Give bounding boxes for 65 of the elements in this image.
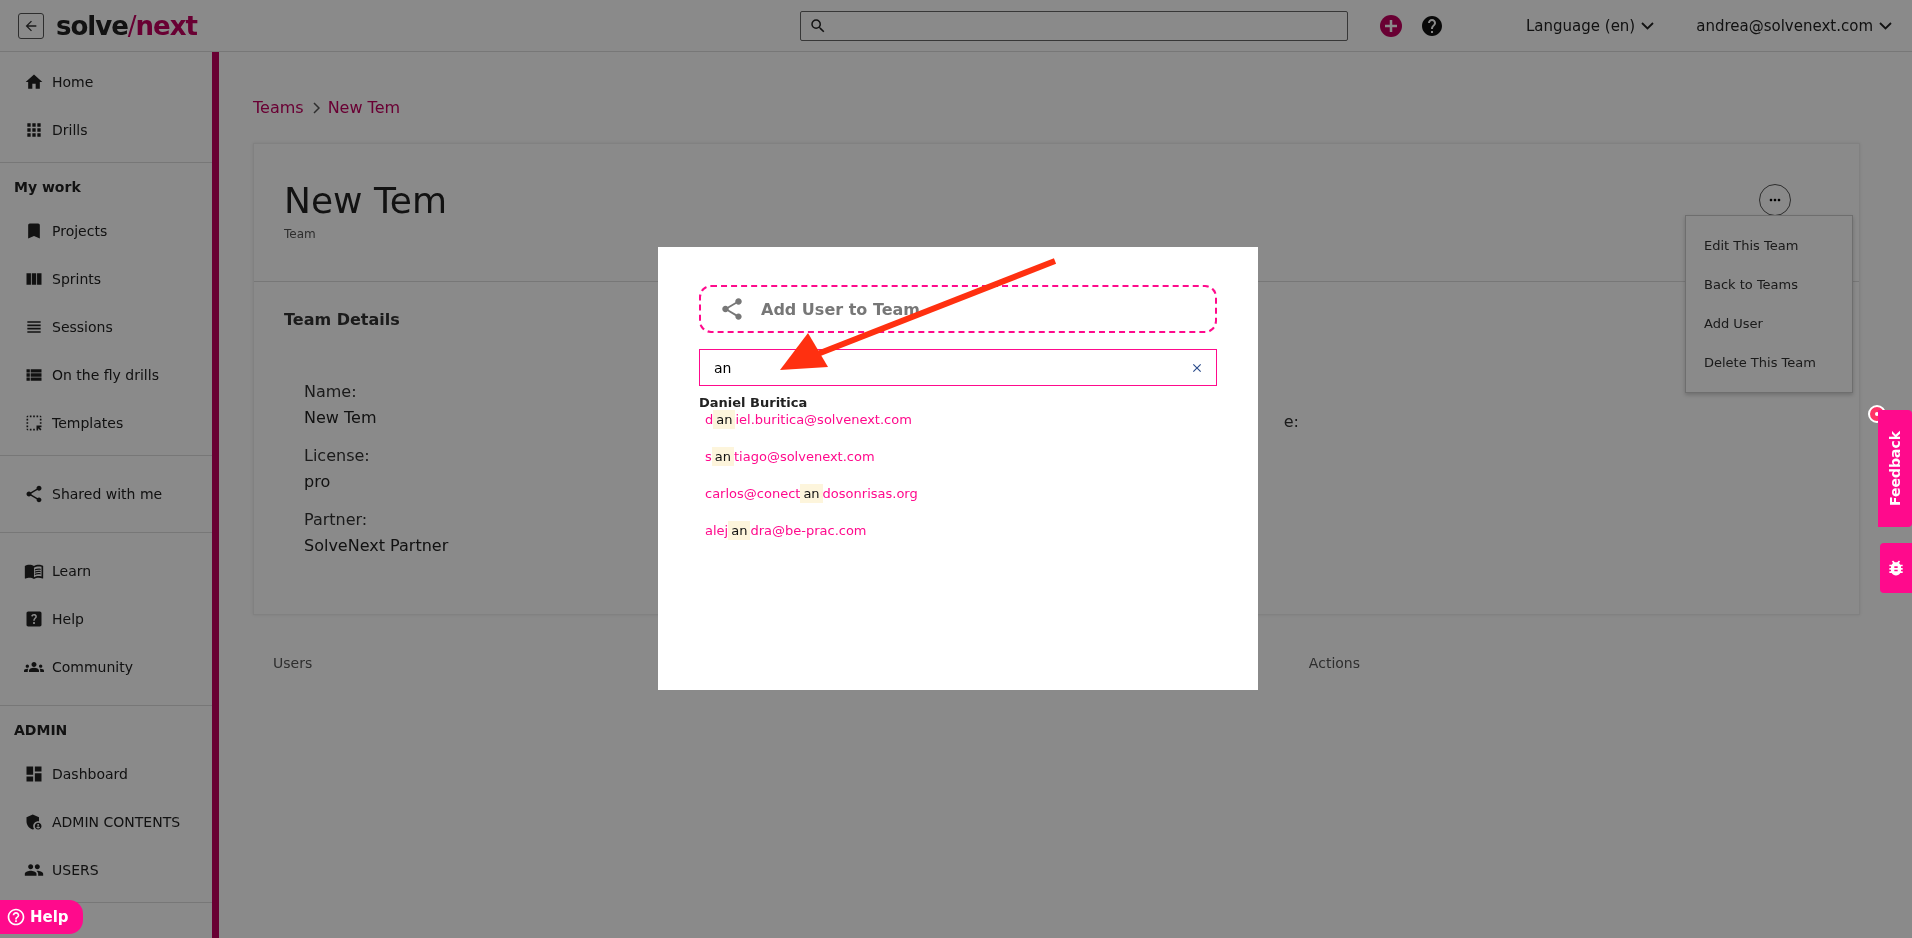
dashboard-icon xyxy=(24,764,44,784)
field-value: New Tem xyxy=(304,407,378,429)
bug-button[interactable] xyxy=(1880,543,1912,593)
email-option[interactable]: carlos@conect an dosonrisas.org xyxy=(705,486,918,501)
field-label: e: xyxy=(1283,412,1299,433)
search-field[interactable] xyxy=(800,10,1348,41)
back-button[interactable] xyxy=(18,12,44,39)
share-icon xyxy=(24,484,44,504)
language-dropdown[interactable]: Language (en) xyxy=(1526,16,1655,35)
sidebar-item[interactable]: Learn xyxy=(0,547,212,595)
sidebar-item[interactable]: Sprints xyxy=(0,255,212,303)
sidebar-item[interactable]: Shared with me xyxy=(0,470,212,518)
sidebar-item[interactable]: Home xyxy=(0,58,212,106)
shield-icon xyxy=(24,812,44,832)
sidebar-item[interactable]: Sessions xyxy=(0,303,212,351)
email-option[interactable]: d an iel.buritica@solvenext.com xyxy=(705,412,912,427)
sidebar-item[interactable]: Drills xyxy=(0,106,212,154)
field-label: License: xyxy=(304,445,371,467)
question-icon xyxy=(24,609,44,629)
grid-icon xyxy=(24,120,44,140)
bug-icon xyxy=(1886,558,1906,578)
sidebar-item[interactable]: ADMIN CONTENTS xyxy=(0,798,212,846)
page-subtitle: Team xyxy=(284,227,317,241)
sidebar-item[interactable]: Templates xyxy=(0,399,212,447)
search-icon xyxy=(809,16,827,35)
modal-title: Add User to Team xyxy=(761,299,920,319)
feedback-tab[interactable]: Feedback xyxy=(1878,410,1912,527)
breadcrumb-link[interactable]: New Tem xyxy=(327,98,401,117)
field-label: Partner: xyxy=(304,509,369,531)
logo: solve/next xyxy=(56,10,197,41)
sidebar-item[interactable]: Help xyxy=(0,595,212,643)
sidebar-item[interactable]: On the fly drills xyxy=(0,351,212,399)
sidebar-item[interactable]: USERS xyxy=(0,846,212,894)
email-option[interactable]: alej an dra@be-prac.com xyxy=(705,523,867,538)
share-icon xyxy=(719,296,745,322)
breadcrumb-link[interactable]: Teams xyxy=(253,98,304,117)
menu-item[interactable]: Delete This Team xyxy=(1686,343,1852,382)
user-menu[interactable]: andrea@solvenext.com xyxy=(1696,16,1892,35)
sidebar-item[interactable]: Projects xyxy=(0,207,212,255)
help-icon[interactable] xyxy=(1420,13,1444,38)
field-value: pro xyxy=(304,471,332,493)
field-label: Name: xyxy=(304,381,358,403)
add-icon[interactable] xyxy=(1380,14,1402,37)
chevron-down-icon xyxy=(1879,21,1892,30)
menu-item[interactable]: Add User xyxy=(1686,304,1852,343)
column-header: Actions xyxy=(1308,655,1360,671)
column-header: Users xyxy=(273,655,313,671)
chevron-right-icon xyxy=(311,101,320,114)
help-button[interactable]: Help xyxy=(0,900,83,934)
help-icon xyxy=(6,907,26,927)
menu-item[interactable]: Back to Teams xyxy=(1686,265,1852,304)
sidebar-item[interactable]: Community xyxy=(0,643,212,691)
section-heading: My work xyxy=(13,178,82,197)
email-option[interactable]: s an tiago@solvenext.com xyxy=(705,449,875,464)
sidebar-item[interactable]: Dashboard xyxy=(0,750,212,798)
user-name: Daniel Buritica xyxy=(699,395,809,410)
page-title: New Tem xyxy=(284,180,448,221)
section-heading: ADMIN xyxy=(13,721,69,740)
home-icon xyxy=(24,72,44,92)
menu-item[interactable]: Edit This Team xyxy=(1686,226,1852,265)
section-title: Team Details xyxy=(284,310,401,329)
more-button[interactable] xyxy=(1759,184,1791,216)
user-search-field[interactable]: an xyxy=(699,349,1217,386)
field-value: SolveNext Partner xyxy=(304,535,449,557)
chevron-down-icon xyxy=(1641,21,1655,30)
